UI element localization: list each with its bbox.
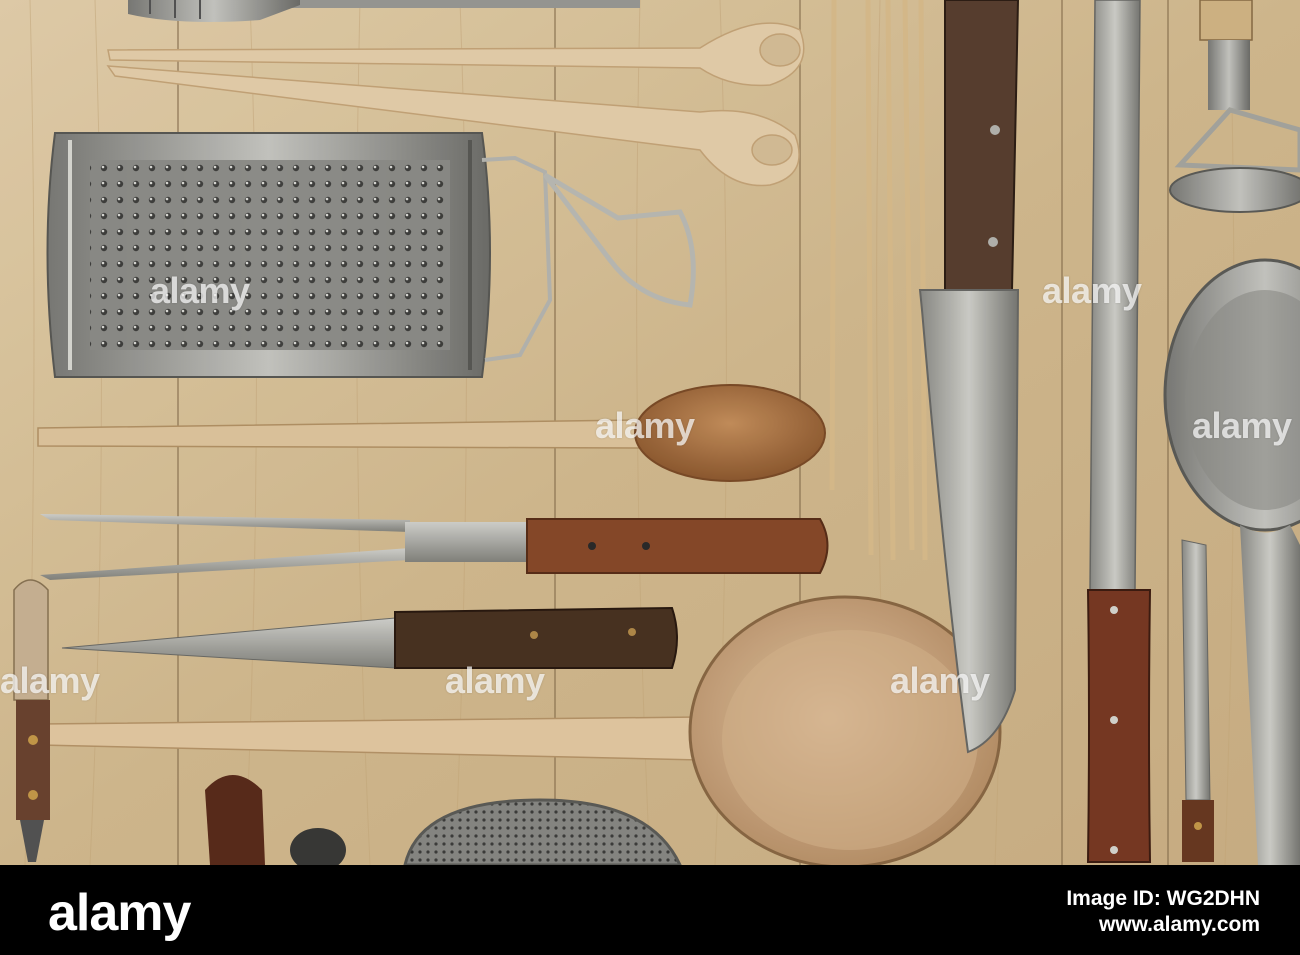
watermark-text: alamy (595, 405, 695, 446)
image-id: Image ID: WG2DHN (1066, 887, 1260, 910)
stock-footer-bar: alamy Image ID: WG2DHN www.alamy.com (0, 865, 1300, 955)
watermark-text: alamy (150, 270, 250, 311)
watermark-text: alamy (1042, 270, 1142, 311)
watermark-text: alamy (0, 660, 100, 701)
watermark-text: alamy (890, 660, 990, 701)
watermark-text: alamy (445, 660, 545, 701)
watermark-text: alamy (1192, 405, 1292, 446)
site-url: www.alamy.com (1098, 913, 1260, 936)
image-meta: Image ID: WG2DHN www.alamy.com (1066, 887, 1260, 937)
brand-logo: alamy (48, 884, 191, 942)
stock-photo-frame: alamy alamy alamy alamy alamy alamy alam… (0, 0, 1300, 955)
